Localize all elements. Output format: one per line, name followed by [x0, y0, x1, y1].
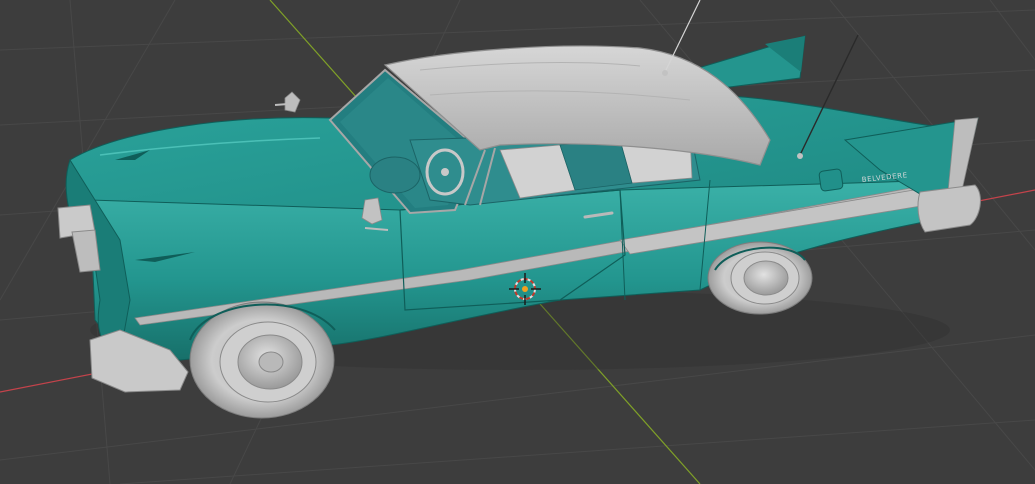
car-model[interactable]: BELVEDERE: [57, 0, 981, 419]
3d-viewport[interactable]: BELVEDERE: [0, 0, 1035, 484]
front-wheel: [189, 301, 335, 419]
viewport-canvas[interactable]: BELVEDERE: [0, 0, 1035, 484]
